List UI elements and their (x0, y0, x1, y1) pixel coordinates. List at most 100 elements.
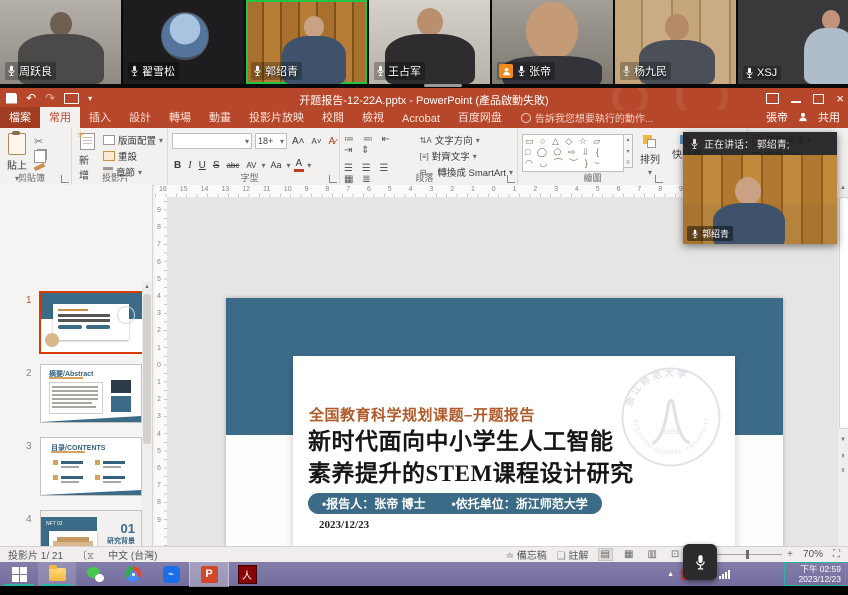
thumbnail-slide-4[interactable]: NFT 02 01 研究背景 (40, 510, 142, 546)
zoom-in-button[interactable]: + (787, 549, 793, 560)
font-dialog-launcher[interactable] (329, 175, 337, 183)
decrease-font-size-button[interactable]: A˅ (310, 137, 324, 146)
align-text-button[interactable]: [≡]對齊文字▾ (420, 149, 513, 163)
strip-scroll-indicator[interactable] (424, 84, 462, 87)
fit-to-window-button[interactable]: ⛶ (833, 549, 840, 560)
slide-sorter-view-button[interactable]: ▦ (622, 549, 635, 560)
tab-acrobat[interactable]: Acrobat (393, 111, 449, 128)
video-tile[interactable]: 翟雪松 (123, 0, 244, 84)
thumbnail-slide-1[interactable] (39, 291, 145, 354)
tab-review[interactable]: 校閱 (313, 107, 353, 128)
change-case-button[interactable]: Aa (268, 160, 283, 170)
normal-view-button[interactable]: ▤ (599, 549, 612, 560)
clipboard-dialog-launcher[interactable] (61, 175, 69, 183)
windows-logo-icon (12, 567, 27, 582)
reset-button[interactable]: 重設 (103, 149, 163, 163)
start-button[interactable] (0, 562, 38, 586)
slide-title-card: 浙 江 师 范 大 学 ZHEJIANG NORMAL UNIVERSITY 1… (293, 356, 735, 546)
close-button[interactable]: × (836, 91, 844, 106)
thumbnail-slide-2[interactable]: 摘要/Abstract (40, 364, 142, 423)
shapes-gallery-scroll[interactable]: ▴▾≡ (624, 134, 633, 168)
bold-button[interactable]: B (172, 160, 183, 171)
lightbulb-icon (521, 113, 531, 123)
minimize-button[interactable] (791, 101, 801, 103)
tab-transitions[interactable]: 轉場 (160, 107, 200, 128)
clear-formatting-button[interactable]: A̷ (327, 136, 338, 147)
italic-button[interactable]: I (186, 160, 193, 171)
font-name-combobox[interactable]: ▾ (172, 133, 252, 149)
slideshow-view-button[interactable]: ⊡ (669, 549, 681, 560)
network-signal-icon[interactable] (719, 569, 730, 579)
taskbar-tencent-meeting[interactable]: ⌁ (152, 562, 190, 586)
tab-insert[interactable]: 插入 (80, 107, 120, 128)
scrollbar-thumb[interactable] (839, 197, 848, 429)
video-tile[interactable]: XSJ (738, 0, 848, 84)
tell-me-box[interactable]: 告訴我您想要執行的動作... (521, 110, 653, 128)
taskbar-wechat[interactable] (76, 562, 114, 586)
video-tile[interactable]: 王占军 (369, 0, 490, 84)
slide-editor-canvas[interactable]: 浙 江 师 范 大 学 ZHEJIANG NORMAL UNIVERSITY 1… (167, 197, 838, 546)
copy-icon[interactable] (34, 150, 46, 163)
text-direction-button[interactable]: ⇅A文字方向▾ (420, 133, 513, 147)
video-tile[interactable]: 张帝 (492, 0, 613, 84)
taskbar-file-explorer[interactable] (38, 562, 76, 586)
bullets-numbering-icons[interactable]: ≔ ≕ ⇤ ⇥ ⇕ (344, 134, 410, 156)
ribbon-display-options-icon[interactable] (766, 93, 779, 104)
taskbar-acrobat[interactable]: 人 (228, 562, 266, 586)
video-tile[interactable]: 周跃良 (0, 0, 121, 84)
speaker-video-overlay[interactable]: 正在讲话： 郭绍青; 郭绍青 (683, 132, 837, 244)
accessibility-icon[interactable]: 〔⧖ (77, 547, 94, 562)
taskbar-powerpoint-active[interactable]: P (190, 562, 228, 586)
slide-presenter-pill[interactable]: •报告人：张帝 博士 •依托单位：浙江师范大学 (308, 493, 602, 514)
character-spacing-button[interactable]: AV (244, 161, 258, 170)
layout-button[interactable]: 版面配置▾ (103, 133, 163, 147)
notes-button[interactable]: ≐ 備忘稿 (506, 547, 547, 562)
font-size-combobox[interactable]: 18+▾ (255, 133, 287, 149)
shapes-gallery[interactable]: ▭ ○ △ ◇ ☆ ▱ □ ◯ ⬠ ⇨ ⇩ { ◠ ◡ ⌒ ︶ } ~ (522, 134, 624, 172)
cut-icon[interactable]: ✂ (34, 135, 46, 148)
drawing-dialog-launcher[interactable] (655, 175, 663, 183)
tab-slideshow[interactable]: 投影片放映 (240, 107, 313, 128)
reading-view-button[interactable]: ▥ (645, 549, 658, 560)
thumbnail-scrollbar[interactable]: ▲ ▼ (142, 282, 152, 546)
previous-slide-button[interactable]: ⇞ (838, 453, 848, 460)
video-tile[interactable]: 杨九民 (615, 0, 736, 84)
slide[interactable]: 浙 江 师 范 大 学 ZHEJIANG NORMAL UNIVERSITY 1… (226, 298, 783, 546)
font-color-button[interactable]: A (294, 158, 305, 172)
language-indicator[interactable]: 中文 (台灣) (108, 547, 157, 562)
tab-view[interactable]: 檢視 (353, 107, 393, 128)
video-tile-active-speaker[interactable]: 郭绍青 (246, 0, 367, 84)
comments-button[interactable]: ❏ 註解 (557, 547, 589, 562)
tray-expand-icon[interactable]: ▲ (667, 571, 674, 578)
tab-animations[interactable]: 動畫 (200, 107, 240, 128)
restore-button[interactable] (813, 94, 824, 104)
slide-title-line1[interactable]: 新时代面向中小学生人工智能 (308, 422, 614, 456)
slide-date[interactable]: 2023/12/23 (319, 519, 369, 531)
canvas-scrollbar[interactable]: ▲ ▼ ⇞ ⇟ (838, 185, 848, 546)
next-slide-button[interactable]: ⇟ (838, 467, 848, 474)
tab-baidu-netdisk[interactable]: 百度网盘 (449, 107, 511, 128)
zoom-percentage[interactable]: 70% (803, 549, 823, 560)
thumbnail-slide-3[interactable]: 目录/CONTENTS (40, 437, 142, 496)
slide-title-line2[interactable]: 素养提升的STEM课程设计研究 (308, 454, 634, 488)
taskbar-chrome[interactable] (114, 562, 152, 586)
zoom-slider-thumb[interactable] (746, 550, 749, 559)
account-name[interactable]: 張帝 (766, 109, 788, 125)
tab-home[interactable]: 常用 (40, 107, 80, 128)
strikethrough-button[interactable]: S (211, 160, 222, 171)
scroll-down-arrow[interactable]: ▼ (838, 437, 848, 443)
scroll-up-arrow[interactable]: ▲ (838, 185, 848, 191)
floating-mic-panel[interactable] (683, 544, 717, 580)
increase-font-size-button[interactable]: A˄ (290, 136, 307, 147)
format-painter-icon[interactable] (34, 163, 46, 171)
arrange-icon (643, 135, 657, 149)
participant-name-label: 张帝 (497, 62, 555, 80)
share-button[interactable]: 共用 (818, 109, 840, 125)
account-area: 張帝 共用 (758, 109, 848, 128)
taskbar-clock[interactable]: 下午 02:59 2023/12/23 (784, 562, 846, 586)
tab-design[interactable]: 設計 (120, 107, 160, 128)
text-shadow-button[interactable]: abc (224, 161, 241, 170)
underline-button[interactable]: U (197, 160, 208, 171)
paragraph-dialog-launcher[interactable] (507, 175, 515, 183)
tab-file[interactable]: 檔案 (0, 107, 40, 128)
